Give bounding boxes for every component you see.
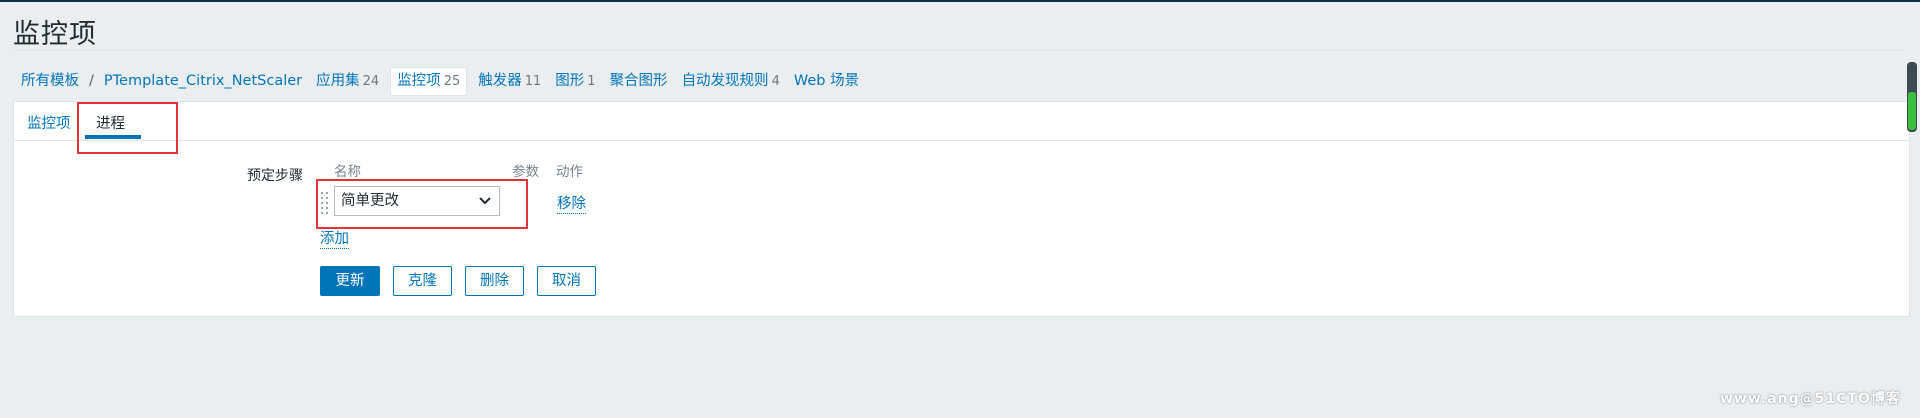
breadcrumb-items-count: 25 (443, 73, 461, 89)
breadcrumb-all-templates[interactable]: 所有模板 (14, 68, 86, 94)
tab-bar: 监控项 进程 (14, 102, 1909, 141)
column-name-header: 名称 (334, 164, 361, 180)
breadcrumb-web-scenarios[interactable]: Web 场景 (787, 68, 866, 94)
breadcrumb-applications[interactable]: 应用集 24 (309, 68, 386, 95)
update-button[interactable]: 更新 (320, 266, 380, 296)
clone-button[interactable]: 克隆 (393, 266, 452, 296)
page-title: 监控项 (13, 19, 97, 50)
breadcrumb-template[interactable]: PTemplate_Citrix_NetScaler (97, 68, 309, 94)
breadcrumb-graphs[interactable]: 图形 1 (548, 68, 602, 95)
breadcrumb-screens[interactable]: 聚合图形 (603, 68, 675, 94)
tab-item[interactable]: 监控项 (27, 112, 71, 133)
highlight-box-tab (77, 102, 178, 154)
item-form-panel: 监控项 进程 预定步骤 名称 参数 动作 简单更改 移除 添加 更新 克隆 删除… (13, 101, 1910, 317)
breadcrumb-triggers-count: 11 (524, 73, 542, 89)
remove-step-link[interactable]: 移除 (557, 195, 586, 214)
scrollbar-thumb[interactable] (1908, 92, 1916, 130)
highlight-box-select (316, 179, 528, 229)
delete-button[interactable]: 删除 (465, 266, 524, 296)
breadcrumb: 所有模板 / PTemplate_Citrix_NetScaler 应用集 24 … (14, 66, 866, 96)
breadcrumb-discovery-rules[interactable]: 自动发现规则 4 (675, 68, 787, 95)
breadcrumb-graphs-count: 1 (587, 73, 596, 89)
title-divider (13, 50, 1903, 51)
breadcrumb-items-label: 监控项 (397, 72, 441, 89)
column-params-header: 参数 (512, 164, 539, 180)
breadcrumb-discovery-label: 自动发现规则 (681, 72, 769, 89)
breadcrumb-triggers-label: 触发器 (478, 72, 522, 89)
watermark: www.ang@51CTO博客 (1720, 391, 1901, 407)
breadcrumb-discovery-count: 4 (771, 73, 780, 89)
breadcrumb-graphs-label: 图形 (555, 72, 585, 89)
breadcrumb-separator: / (89, 73, 94, 89)
add-step-link[interactable]: 添加 (320, 230, 349, 249)
breadcrumb-items[interactable]: 监控项 25 (390, 66, 468, 96)
breadcrumb-triggers[interactable]: 触发器 11 (471, 68, 548, 95)
column-action-header: 动作 (556, 164, 583, 180)
breadcrumb-applications-label: 应用集 (316, 72, 360, 89)
breadcrumb-applications-count: 24 (362, 73, 380, 89)
cancel-button[interactable]: 取消 (537, 266, 596, 296)
top-border (0, 0, 1920, 2)
preprocessing-steps-label: 预定步骤 (247, 168, 303, 184)
